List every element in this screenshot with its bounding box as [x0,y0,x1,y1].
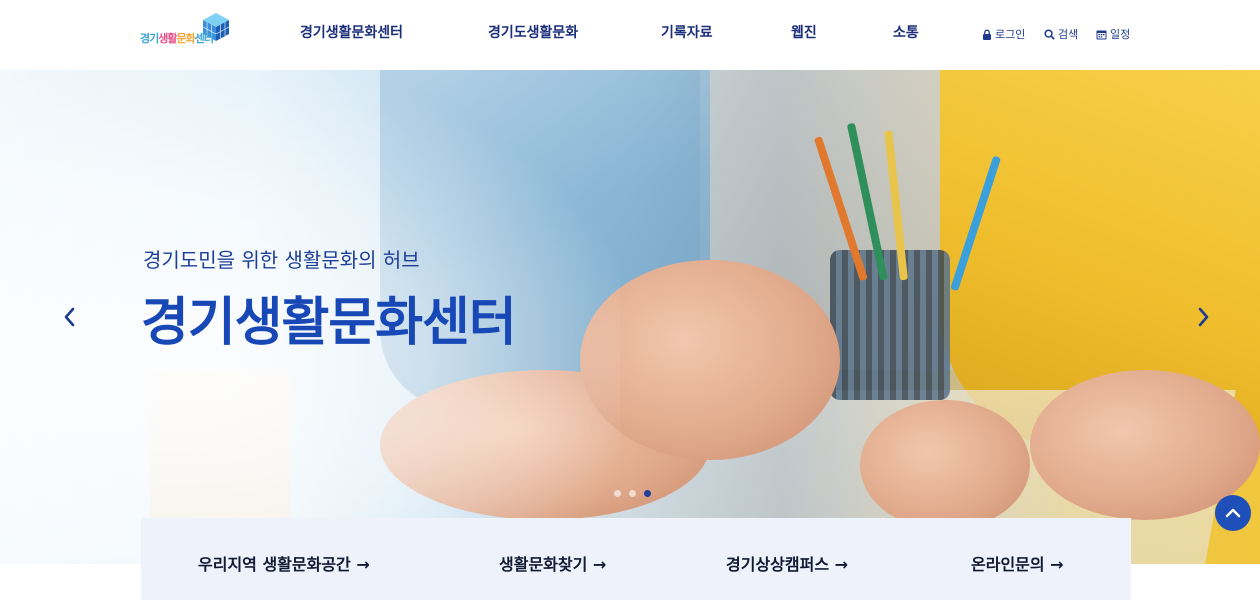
nav-item-webzine[interactable]: 웹진 [791,22,817,42]
hero-title: 경기생활문화센터 [141,293,517,353]
quick-link-campus[interactable]: 경기상상캠퍼스 → [726,551,848,575]
chevron-up-icon [1225,508,1241,518]
nav-item-archive[interactable]: 기록자료 [661,22,713,42]
login-link[interactable]: 로그인 [982,26,1025,42]
slide-dot-2[interactable] [629,490,636,497]
schedule-label: 일정 [1110,28,1131,41]
search-icon [1044,28,1055,40]
nav-item-communication[interactable]: 소통 [893,22,919,42]
nav-item-gyeonggi-culture[interactable]: 경기도생활문화 [488,22,578,42]
logo-text: 경기생활문화센터 [140,32,214,45]
site-header: 경기생활문화센터 경기생활문화센터 경기도생활문화 기록자료 웹진 소통 로그인… [0,0,1260,70]
slide-next-button[interactable] [1191,302,1215,332]
quick-link-find-culture[interactable]: 생활문화찾기 → [499,551,606,575]
nav-item-center[interactable]: 경기생활문화센터 [300,22,403,42]
slide-dot-1[interactable] [614,490,621,497]
slide-prev-button[interactable] [58,302,82,332]
lock-icon [983,29,991,40]
chevron-left-icon [64,307,75,327]
search-label: 검색 [1058,28,1079,41]
slide-dot-3[interactable] [644,490,651,497]
search-link[interactable]: 검색 [1044,26,1078,42]
hero-banner: 경기도민을 위한 생활문화의 허브 경기생활문화센터 [0,70,1260,564]
chevron-right-icon [1198,307,1209,327]
quick-link-online-inquiry[interactable]: 온라인문의 → [971,551,1064,575]
site-logo[interactable]: 경기생활문화센터 [140,10,232,60]
hero-photo-pencil-holder [830,250,950,400]
hero-photo-hand [860,400,1030,530]
scroll-top-button[interactable] [1215,495,1251,531]
login-label: 로그인 [995,28,1026,41]
quick-link-local-space[interactable]: 우리지역 생활문화공간 → [198,551,370,575]
slide-pagination [614,490,651,497]
schedule-link[interactable]: 일정 [1096,26,1130,42]
hero-subtitle: 경기도민을 위한 생활문화의 허브 [143,248,420,272]
calendar-icon [1096,30,1107,39]
quick-links-bar: 우리지역 생활문화공간 → 생활문화찾기 → 경기상상캠퍼스 → 온라인문의 → [141,518,1131,600]
